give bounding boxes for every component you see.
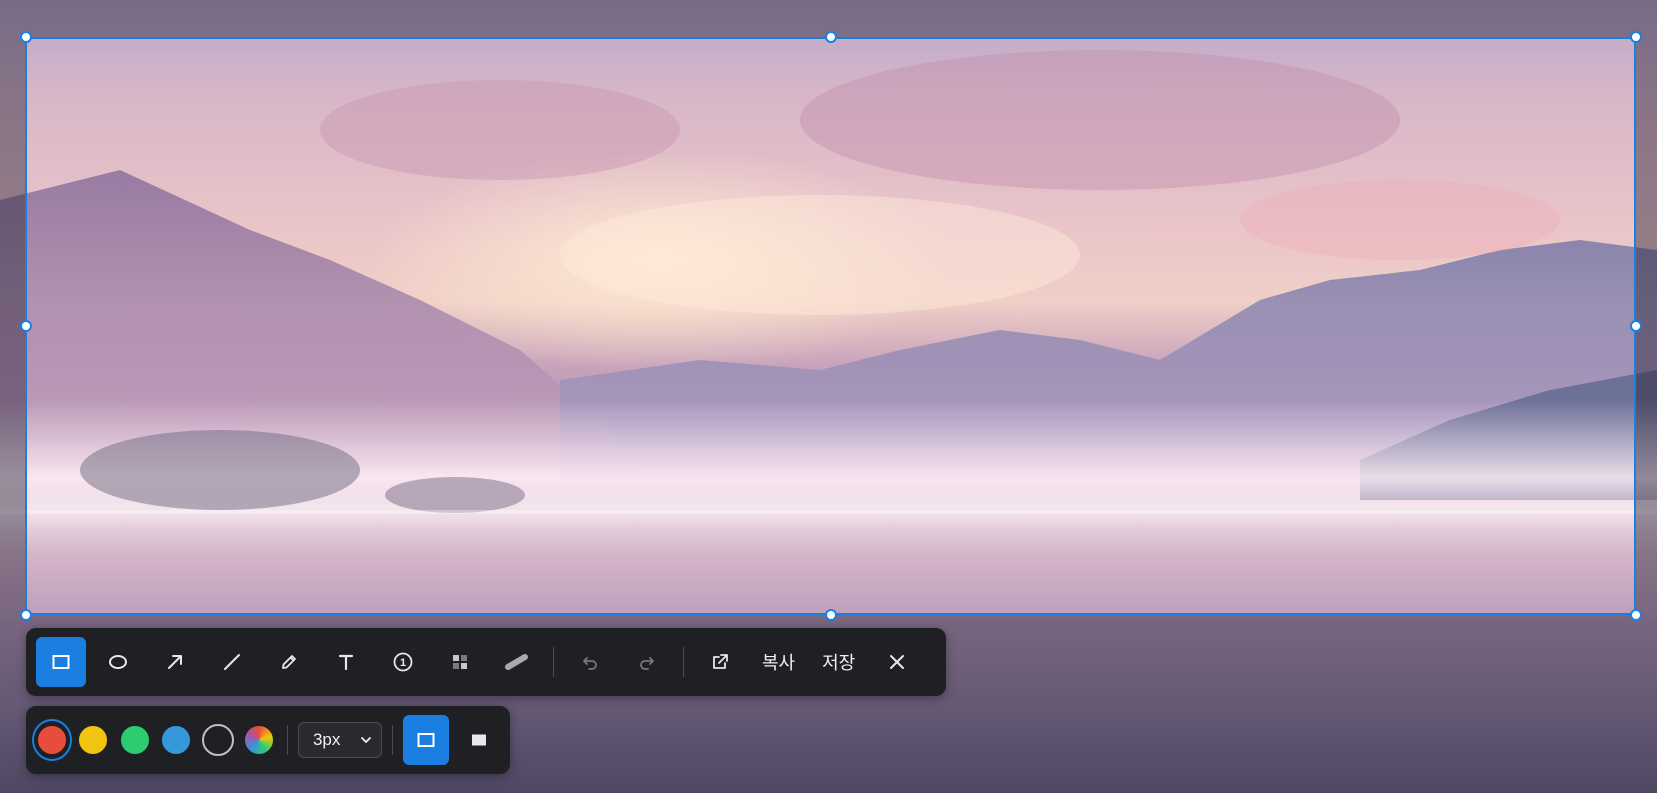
color-swatch-red[interactable] [35,724,68,756]
redo-button[interactable] [622,637,672,687]
stroke-width-select[interactable]: 3px [297,722,382,758]
fill-mode-outline[interactable] [402,715,450,765]
arrow-tool[interactable] [150,637,200,687]
redo-icon [640,657,654,670]
undo-button[interactable] [565,637,615,687]
external-link-icon [713,654,728,669]
fill-mode-filled[interactable] [455,715,502,765]
style-panel: 3px [26,706,510,774]
resize-handle-bottom-right[interactable] [1630,609,1642,621]
custom-color-picker[interactable] [243,724,276,756]
panel-divider [287,725,288,755]
line-icon [224,654,240,670]
close-button[interactable] [872,637,922,687]
arrow-icon [168,655,182,669]
color-swatch-yellow[interactable] [77,724,110,756]
custom-color-wrap [242,721,278,759]
rectangle-tool[interactable] [36,637,86,687]
annotation-toolbar: 1 복사 저장 [26,628,946,696]
color-swatch-blue[interactable] [160,724,193,756]
line-tool[interactable] [207,637,257,687]
open-external-button[interactable] [695,637,745,687]
color-swatch-red-wrap [34,721,70,759]
color-swatch-black-wrap [200,721,236,759]
close-icon [890,655,905,669]
resize-handle-left[interactable] [20,320,32,332]
panel-divider [391,725,393,755]
text-icon [338,654,354,671]
resize-handle-bottom[interactable] [825,609,837,621]
square-outline-icon [52,655,70,669]
text-tool[interactable] [321,637,371,687]
resize-handle-top-left[interactable] [20,31,32,43]
resize-handle-bottom-left[interactable] [20,609,32,621]
number-tool[interactable]: 1 [378,637,428,687]
chevron-down-icon [360,737,371,743]
save-button[interactable]: 저장 [812,637,865,687]
square-outline-icon [417,733,435,747]
ellipse-icon [109,655,127,669]
pencil-icon [282,655,296,669]
color-swatch-green-wrap [117,721,153,759]
resize-handle-right[interactable] [1630,320,1642,332]
mosaic-icon [453,655,467,669]
color-swatch-green[interactable] [118,724,151,756]
numbered-circle-icon: 1 [393,652,413,672]
pen-tool[interactable] [264,637,314,687]
undo-icon [583,657,597,670]
resize-handle-top-right[interactable] [1630,31,1642,43]
toolbar-divider [553,647,554,677]
number-tool-label: 1 [400,657,406,669]
toolbar-divider [683,647,684,677]
resize-handle-top[interactable] [825,31,837,43]
stroke-width-value: 3px [312,730,341,749]
square-filled-icon [471,734,486,746]
ellipse-tool[interactable] [93,637,143,687]
color-swatch-yellow-wrap [76,721,112,759]
color-swatch-black[interactable] [201,724,234,756]
color-swatch-blue-wrap [159,721,195,759]
selection-area[interactable] [25,37,1636,615]
highlighter-icon [505,654,528,670]
highlighter-tool[interactable] [492,637,542,687]
copy-button[interactable]: 복사 [752,637,805,687]
mosaic-tool[interactable] [435,637,485,687]
